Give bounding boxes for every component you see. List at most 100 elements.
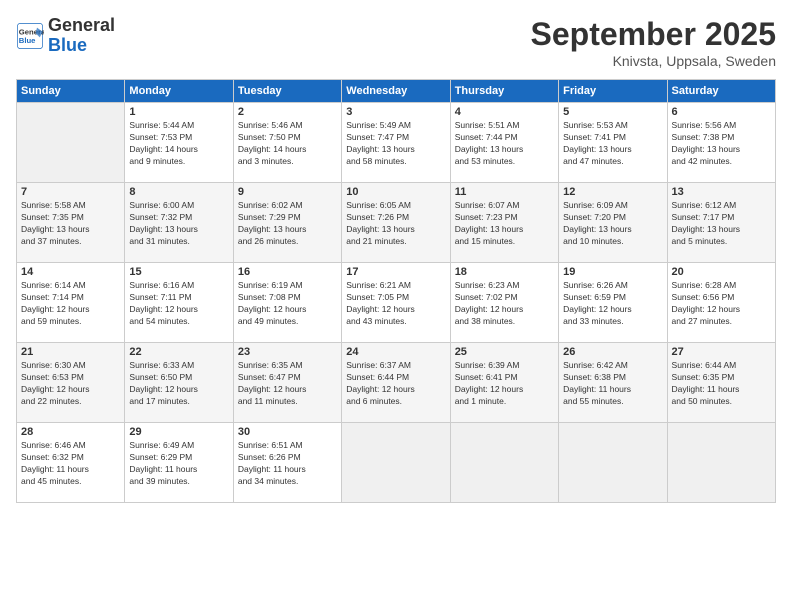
day-number: 8 <box>129 186 228 198</box>
day-info: Sunrise: 5:53 AM Sunset: 7:41 PM Dayligh… <box>563 120 662 168</box>
day-cell: 10 Sunrise: 6:05 AM Sunset: 7:26 PM Dayli… <box>342 183 450 263</box>
day-cell: 19 Sunrise: 6:26 AM Sunset: 6:59 PM Dayli… <box>559 263 667 343</box>
day-number: 5 <box>563 106 662 118</box>
day-info: Sunrise: 6:14 AM Sunset: 7:14 PM Dayligh… <box>21 280 120 328</box>
day-info: Sunrise: 6:05 AM Sunset: 7:26 PM Dayligh… <box>346 200 445 248</box>
day-number: 6 <box>672 106 771 118</box>
header-cell-monday: Monday <box>125 80 233 103</box>
calendar-table: SundayMondayTuesdayWednesdayThursdayFrid… <box>16 79 776 503</box>
day-cell: 9 Sunrise: 6:02 AM Sunset: 7:29 PM Daylig… <box>233 183 341 263</box>
day-number: 25 <box>455 346 554 358</box>
day-number: 21 <box>21 346 120 358</box>
logo-line1: General <box>48 16 115 36</box>
day-info: Sunrise: 6:39 AM Sunset: 6:41 PM Dayligh… <box>455 360 554 408</box>
day-number: 23 <box>238 346 337 358</box>
day-number: 24 <box>346 346 445 358</box>
day-cell: 4Sunrise: 5:51 AM Sunset: 7:44 PM Daylig… <box>450 103 558 183</box>
day-info: Sunrise: 6:26 AM Sunset: 6:59 PM Dayligh… <box>563 280 662 328</box>
day-cell: 16 Sunrise: 6:19 AM Sunset: 7:08 PM Dayli… <box>233 263 341 343</box>
header: General Blue General Blue September 2025… <box>16 16 776 69</box>
day-info: Sunrise: 6:42 AM Sunset: 6:38 PM Dayligh… <box>563 360 662 408</box>
day-number: 13 <box>672 186 771 198</box>
day-number: 22 <box>129 346 228 358</box>
day-info: Sunrise: 5:58 AM Sunset: 7:35 PM Dayligh… <box>21 200 120 248</box>
header-cell-thursday: Thursday <box>450 80 558 103</box>
day-number: 1 <box>129 106 228 118</box>
day-info: Sunrise: 5:44 AM Sunset: 7:53 PM Dayligh… <box>129 120 228 168</box>
day-cell: 8 Sunrise: 6:00 AM Sunset: 7:32 PM Daylig… <box>125 183 233 263</box>
day-info: Sunrise: 6:21 AM Sunset: 7:05 PM Dayligh… <box>346 280 445 328</box>
day-info: Sunrise: 6:28 AM Sunset: 6:56 PM Dayligh… <box>672 280 771 328</box>
day-info: Sunrise: 6:37 AM Sunset: 6:44 PM Dayligh… <box>346 360 445 408</box>
day-info: Sunrise: 5:46 AM Sunset: 7:50 PM Dayligh… <box>238 120 337 168</box>
day-info: Sunrise: 6:51 AM Sunset: 6:26 PM Dayligh… <box>238 440 337 488</box>
day-cell: 14Sunrise: 6:14 AM Sunset: 7:14 PM Dayli… <box>17 263 125 343</box>
day-cell: 28 Sunrise: 6:46 AM Sunset: 6:32 PM Dayli… <box>17 423 125 503</box>
day-cell: 22 Sunrise: 6:33 AM Sunset: 6:50 PM Dayli… <box>125 343 233 423</box>
day-cell: 25 Sunrise: 6:39 AM Sunset: 6:41 PM Dayli… <box>450 343 558 423</box>
day-cell: 23 Sunrise: 6:35 AM Sunset: 6:47 PM Dayli… <box>233 343 341 423</box>
day-info: Sunrise: 6:12 AM Sunset: 7:17 PM Dayligh… <box>672 200 771 248</box>
day-number: 28 <box>21 426 120 438</box>
day-cell: 7Sunrise: 5:58 AM Sunset: 7:35 PM Daylig… <box>17 183 125 263</box>
day-number: 29 <box>129 426 228 438</box>
day-cell: 11 Sunrise: 6:07 AM Sunset: 7:23 PM Dayli… <box>450 183 558 263</box>
day-cell <box>559 423 667 503</box>
day-cell <box>450 423 558 503</box>
month-title: September 2025 <box>531 16 776 53</box>
day-number: 26 <box>563 346 662 358</box>
day-info: Sunrise: 6:33 AM Sunset: 6:50 PM Dayligh… <box>129 360 228 408</box>
week-row-2: 7Sunrise: 5:58 AM Sunset: 7:35 PM Daylig… <box>17 183 776 263</box>
day-number: 2 <box>238 106 337 118</box>
day-cell: 12Sunrise: 6:09 AM Sunset: 7:20 PM Dayli… <box>559 183 667 263</box>
day-number: 9 <box>238 186 337 198</box>
day-number: 12 <box>563 186 662 198</box>
day-cell: 5 Sunrise: 5:53 AM Sunset: 7:41 PM Daylig… <box>559 103 667 183</box>
logo-line2: Blue <box>48 36 115 56</box>
day-cell: 17 Sunrise: 6:21 AM Sunset: 7:05 PM Dayli… <box>342 263 450 343</box>
day-info: Sunrise: 5:56 AM Sunset: 7:38 PM Dayligh… <box>672 120 771 168</box>
day-cell: 18 Sunrise: 6:23 AM Sunset: 7:02 PM Dayli… <box>450 263 558 343</box>
day-cell: 13 Sunrise: 6:12 AM Sunset: 7:17 PM Dayli… <box>667 183 775 263</box>
day-number: 18 <box>455 266 554 278</box>
day-number: 11 <box>455 186 554 198</box>
day-info: Sunrise: 6:49 AM Sunset: 6:29 PM Dayligh… <box>129 440 228 488</box>
day-cell: 3 Sunrise: 5:49 AM Sunset: 7:47 PM Daylig… <box>342 103 450 183</box>
day-info: Sunrise: 6:19 AM Sunset: 7:08 PM Dayligh… <box>238 280 337 328</box>
page: General Blue General Blue September 2025… <box>0 0 792 612</box>
day-info: Sunrise: 6:23 AM Sunset: 7:02 PM Dayligh… <box>455 280 554 328</box>
day-info: Sunrise: 6:02 AM Sunset: 7:29 PM Dayligh… <box>238 200 337 248</box>
day-info: Sunrise: 6:35 AM Sunset: 6:47 PM Dayligh… <box>238 360 337 408</box>
day-number: 16 <box>238 266 337 278</box>
day-cell: 26 Sunrise: 6:42 AM Sunset: 6:38 PM Dayli… <box>559 343 667 423</box>
day-number: 15 <box>129 266 228 278</box>
day-info: Sunrise: 6:46 AM Sunset: 6:32 PM Dayligh… <box>21 440 120 488</box>
day-cell: 1 Sunrise: 5:44 AM Sunset: 7:53 PM Daylig… <box>125 103 233 183</box>
title-block: September 2025 Knivsta, Uppsala, Sweden <box>531 16 776 69</box>
day-number: 4 <box>455 106 554 118</box>
day-cell: 2 Sunrise: 5:46 AM Sunset: 7:50 PM Daylig… <box>233 103 341 183</box>
day-number: 27 <box>672 346 771 358</box>
day-info: Sunrise: 6:07 AM Sunset: 7:23 PM Dayligh… <box>455 200 554 248</box>
day-number: 10 <box>346 186 445 198</box>
day-cell <box>17 103 125 183</box>
day-number: 17 <box>346 266 445 278</box>
day-info: Sunrise: 6:00 AM Sunset: 7:32 PM Dayligh… <box>129 200 228 248</box>
header-cell-wednesday: Wednesday <box>342 80 450 103</box>
day-cell: 21Sunrise: 6:30 AM Sunset: 6:53 PM Dayli… <box>17 343 125 423</box>
header-cell-tuesday: Tuesday <box>233 80 341 103</box>
day-number: 19 <box>563 266 662 278</box>
day-cell: 20Sunrise: 6:28 AM Sunset: 6:56 PM Dayli… <box>667 263 775 343</box>
header-row: SundayMondayTuesdayWednesdayThursdayFrid… <box>17 80 776 103</box>
week-row-4: 21Sunrise: 6:30 AM Sunset: 6:53 PM Dayli… <box>17 343 776 423</box>
logo-icon: General Blue <box>16 22 44 50</box>
week-row-3: 14Sunrise: 6:14 AM Sunset: 7:14 PM Dayli… <box>17 263 776 343</box>
header-cell-sunday: Sunday <box>17 80 125 103</box>
day-number: 30 <box>238 426 337 438</box>
week-row-5: 28 Sunrise: 6:46 AM Sunset: 6:32 PM Dayli… <box>17 423 776 503</box>
svg-text:Blue: Blue <box>19 36 36 45</box>
day-cell: 27Sunrise: 6:44 AM Sunset: 6:35 PM Dayli… <box>667 343 775 423</box>
day-info: Sunrise: 5:49 AM Sunset: 7:47 PM Dayligh… <box>346 120 445 168</box>
header-cell-friday: Friday <box>559 80 667 103</box>
day-number: 3 <box>346 106 445 118</box>
